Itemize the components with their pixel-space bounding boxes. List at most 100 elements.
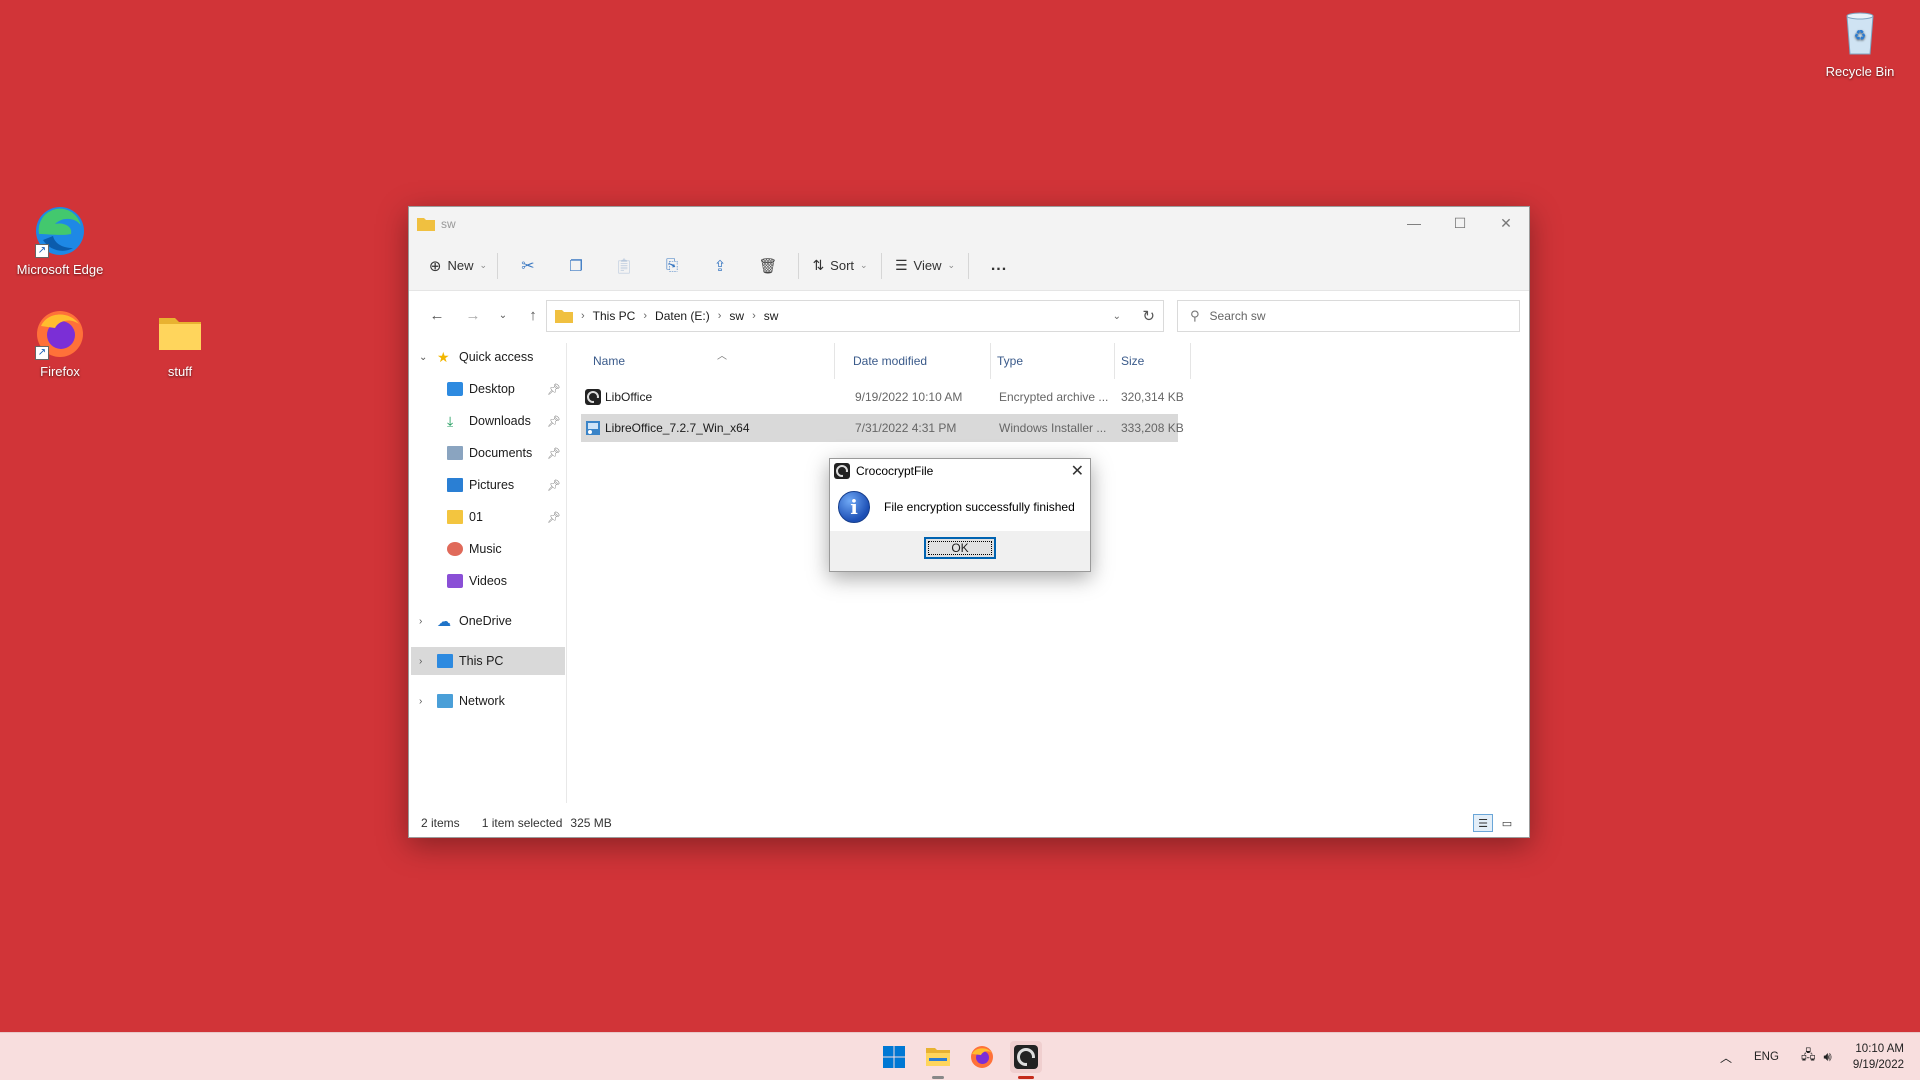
nav-label: OneDrive (459, 614, 512, 628)
nav-item-pictures[interactable]: Pictures 📌︎ (409, 471, 567, 499)
file-row[interactable]: LibOffice 9/19/2022 10:10 AM Encrypted a… (581, 383, 1184, 411)
column-header-type[interactable]: Type (991, 343, 1115, 379)
large-icons-view-icon: ▭ (1501, 817, 1513, 830)
breadcrumb-sw-current[interactable]: sw (764, 309, 779, 323)
status-item-count: 2 items (421, 816, 460, 830)
videos-icon (447, 574, 463, 588)
title-bar[interactable]: sw (409, 207, 1529, 241)
file-size: 333,208 KB (1121, 421, 1184, 435)
toolbar-divider (968, 252, 969, 279)
dialog-close-button[interactable]: ✕ (1071, 461, 1084, 481)
desktop-icon-recycle-bin[interactable]: ♻ Recycle Bin (1812, 6, 1908, 79)
folder-icon (153, 306, 207, 360)
ok-button[interactable]: OK (924, 537, 996, 559)
nav-item-downloads[interactable]: ⤓ Downloads 📌︎ (409, 407, 567, 435)
nav-item-documents[interactable]: Documents 📌︎ (409, 439, 567, 467)
delete-button[interactable]: 🗑︎ (744, 250, 792, 282)
column-header-size[interactable]: Size (1115, 343, 1191, 379)
details-view-button[interactable]: ☰ (1473, 814, 1493, 832)
desktop-icon-firefox[interactable]: ↗ Firefox (12, 306, 108, 379)
network-status-icon[interactable]: 🖧︎ (1801, 1046, 1816, 1068)
volume-icon[interactable]: 🔊︎ (1823, 1049, 1831, 1065)
nav-this-pc[interactable]: › This PC (411, 647, 565, 675)
back-button[interactable]: ← (419, 307, 455, 324)
cut-button[interactable]: ✂ (504, 250, 552, 282)
column-header-date[interactable]: Date modified (847, 343, 991, 379)
rename-button[interactable]: ⎘ (648, 250, 696, 282)
info-icon: i (838, 491, 870, 523)
nav-label: Desktop (469, 382, 515, 396)
start-button[interactable] (878, 1041, 910, 1073)
status-selection: 1 item selected (481, 816, 563, 830)
show-hidden-icons-chevron-icon[interactable]: ︿ (1720, 1049, 1732, 1066)
chevron-down-icon: ⌄ (419, 351, 428, 363)
edge-icon: ↗ (33, 204, 87, 258)
chevron-down-icon: ⌄ (947, 260, 956, 270)
language-indicator[interactable]: ENG (1754, 1051, 1779, 1063)
search-placeholder: Search sw (1209, 309, 1266, 323)
clock[interactable]: 10:10 AM 9/19/2022 (1853, 1041, 1904, 1073)
taskbar-firefox[interactable] (966, 1041, 998, 1073)
nav-label: Documents (469, 446, 533, 460)
status-selection-size: 325 MB (570, 816, 612, 830)
toolbar-divider (798, 252, 799, 279)
window-controls: — ☐ ✕ (1391, 207, 1529, 239)
forward-button[interactable]: → (455, 307, 491, 324)
close-window-button[interactable]: ✕ (1483, 207, 1529, 239)
column-header-name[interactable]: Name (581, 343, 835, 379)
new-label: New (447, 258, 474, 273)
folder-icon (447, 510, 463, 524)
minimize-button[interactable]: — (1391, 207, 1437, 239)
chevron-right-icon: › (419, 655, 423, 667)
breadcrumb-daten-e[interactable]: Daten (E:) (655, 309, 710, 323)
taskbar-crococryptfile[interactable] (1010, 1041, 1042, 1079)
nav-item-videos[interactable]: Videos (409, 567, 567, 595)
taskbar: ︿ ENG 🖧︎ 🔊︎ 10:10 AM 9/19/2022 (0, 1032, 1920, 1080)
desktop-icon-edge[interactable]: ↗ Microsoft Edge (12, 204, 108, 277)
navigation-pane: ⌄ ★ Quick access Desktop 📌︎ ⤓ Downloads … (409, 343, 567, 803)
crococrypt-icon (834, 463, 850, 479)
sort-button[interactable]: ⇅ Sort ⌄ (805, 250, 875, 282)
share-button[interactable]: ⇪ (696, 250, 744, 282)
chevron-right-icon: › (717, 310, 722, 322)
search-input[interactable]: ⚲ Search sw (1177, 300, 1520, 332)
view-button[interactable]: ☰ View ⌄ (888, 250, 962, 282)
more-options-button[interactable]: ... (975, 250, 1023, 282)
desktop-icon-stuff-folder[interactable]: stuff (132, 306, 228, 379)
file-name: LibOffice (605, 390, 653, 404)
nav-label: Network (459, 694, 505, 708)
crococrypt-icon (585, 389, 601, 405)
recent-locations-button[interactable]: ⌄ (491, 310, 515, 321)
taskbar-file-explorer[interactable] (922, 1041, 954, 1079)
breadcrumb-this-pc[interactable]: This PC (593, 309, 636, 323)
new-button[interactable]: ⊕ New ⌄ (425, 250, 491, 282)
desktop-icon-label: Firefox (40, 364, 80, 379)
chevron-right-icon: › (643, 310, 648, 322)
chevron-right-icon: › (581, 310, 585, 322)
shortcut-arrow-icon: ↗ (35, 346, 49, 360)
copy-button[interactable]: ❐ (552, 250, 600, 282)
file-row[interactable]: LibreOffice_7.2.7_Win_x64 7/31/2022 4:31… (581, 414, 1184, 442)
desktop-icon-label: Microsoft Edge (16, 262, 104, 277)
paste-button[interactable]: 📋︎ (600, 250, 648, 282)
nav-label: This PC (459, 654, 504, 668)
column-label: Name (593, 354, 626, 368)
maximize-button[interactable]: ☐ (1437, 207, 1483, 239)
nav-onedrive[interactable]: › ☁ OneDrive (409, 607, 567, 635)
dialog-title-bar[interactable]: CrococryptFile (830, 459, 1090, 483)
address-bar[interactable]: › This PC › Daten (E:) › sw › sw ⌄ ↻ (546, 300, 1164, 332)
view-list-icon: ☰ (894, 257, 908, 273)
nav-item-01[interactable]: 01 📌︎ (409, 503, 567, 531)
address-dropdown-icon[interactable]: ⌄ (1113, 311, 1121, 322)
refresh-icon[interactable]: ↻ (1142, 307, 1155, 325)
nav-item-music[interactable]: Music (409, 535, 567, 563)
window-title: sw (441, 217, 456, 231)
column-label: Type (997, 354, 1024, 368)
large-icons-view-button[interactable]: ▭ (1497, 814, 1517, 832)
nav-network[interactable]: › Network (409, 687, 567, 715)
breadcrumb-sw[interactable]: sw (729, 309, 744, 323)
download-icon: ⤓ (447, 413, 454, 429)
nav-quick-access[interactable]: ⌄ ★ Quick access (409, 343, 567, 371)
nav-item-desktop[interactable]: Desktop 📌︎ (409, 375, 567, 403)
sort-label: Sort (830, 258, 855, 273)
